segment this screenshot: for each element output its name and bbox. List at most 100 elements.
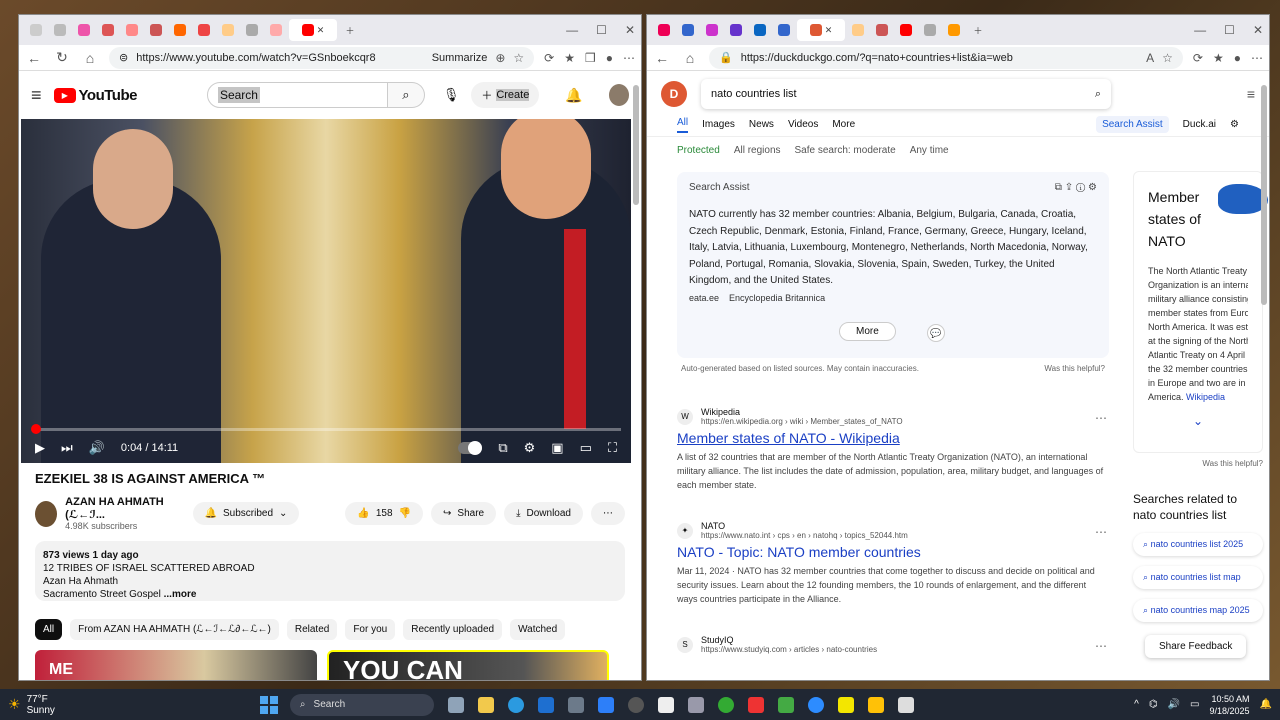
volume-icon[interactable]: 🔊 xyxy=(89,440,105,456)
profile-icon[interactable]: ● xyxy=(1234,51,1241,65)
chip-from-channel[interactable]: From AZAN HA AHMATH (ℒ←ℐ←ℒ∂←ℒ←) xyxy=(70,619,279,640)
battery-icon[interactable]: ▭ xyxy=(1190,699,1199,710)
result-title-link[interactable]: NATO - Topic: NATO member countries xyxy=(677,544,1107,560)
home-icon[interactable]: ⌂ xyxy=(681,50,699,66)
autoplay-toggle[interactable] xyxy=(458,441,483,455)
volume-icon[interactable]: 🔊 xyxy=(1168,699,1180,710)
refresh-ext-icon[interactable]: ⟳ xyxy=(544,51,554,65)
app-icon[interactable] xyxy=(777,696,794,713)
tab[interactable] xyxy=(241,19,263,41)
chip-all[interactable]: All xyxy=(35,619,63,640)
summarize-button[interactable]: Summarize xyxy=(432,52,488,64)
result-more-icon[interactable]: ⋯ xyxy=(1095,411,1107,425)
next-icon[interactable]: ⏭ xyxy=(61,440,73,456)
chevron-up-icon[interactable]: ^ xyxy=(1134,699,1139,710)
collections-icon[interactable]: ❒ xyxy=(585,51,596,65)
settings-gear-icon[interactable]: ⚙ xyxy=(1088,182,1097,193)
youtube-logo[interactable]: ▶ YouTube xyxy=(53,87,137,104)
reload-icon[interactable]: ↻ xyxy=(53,49,71,66)
related-search-item[interactable]: ⌕ nato countries map 2025 xyxy=(1133,599,1263,622)
create-button[interactable]: ＋ Create xyxy=(471,82,540,108)
site-info-icon[interactable]: ⊜ xyxy=(119,51,128,64)
play-icon[interactable]: ▶ xyxy=(35,440,45,456)
more-actions-button[interactable]: ⋯ xyxy=(591,502,625,525)
scrollbar[interactable] xyxy=(1261,85,1267,305)
app-icon[interactable] xyxy=(687,696,704,713)
scrollbar[interactable] xyxy=(633,85,639,205)
read-aloud-icon[interactable]: A xyxy=(1146,51,1154,65)
zoom-icon[interactable] xyxy=(807,696,824,713)
new-tab-button[interactable]: ＋ xyxy=(339,19,361,41)
new-tab-button[interactable]: ＋ xyxy=(967,19,989,41)
avatar[interactable] xyxy=(608,84,629,106)
chip-related[interactable]: Related xyxy=(286,619,338,640)
assist-more-button[interactable]: More xyxy=(839,322,896,341)
lock-icon[interactable]: 🔒 xyxy=(719,51,733,64)
video-player[interactable]: ▶ ⏭ 🔊 0:04 / 14:11 ⧉ ⚙ ▣ ▭ ⛶ xyxy=(21,119,631,463)
tab[interactable] xyxy=(749,19,771,41)
result-more-icon[interactable]: ⋯ xyxy=(1095,525,1107,539)
duck-ai-tab[interactable]: Duck.ai xyxy=(1183,119,1216,130)
video-thumbnail[interactable]: ME xyxy=(35,650,317,680)
extension-icon[interactable]: ⊕ xyxy=(495,51,505,65)
channel-name[interactable]: AZAN HA AHMATH (ℒ←ℐ... xyxy=(65,496,184,521)
edge-icon[interactable] xyxy=(507,696,524,713)
notifications-bell-icon[interactable]: 🔔 xyxy=(565,87,582,104)
chevron-down-icon[interactable]: ⌄ xyxy=(1148,414,1248,428)
chip-recently-uploaded[interactable]: Recently uploaded xyxy=(403,619,503,640)
show-more-link[interactable]: ...more xyxy=(164,589,197,600)
chip-watched[interactable]: Watched xyxy=(510,619,566,640)
weather-widget[interactable]: ☀ 77°F Sunny xyxy=(8,694,55,716)
fullscreen-icon[interactable]: ⛶ xyxy=(608,440,617,456)
result-more-icon[interactable]: ⋯ xyxy=(1095,639,1107,653)
chat-icon[interactable]: 💬 xyxy=(927,324,945,342)
search-input[interactable]: nato countries list ⌕ xyxy=(701,79,1111,109)
video-progress-bar[interactable] xyxy=(30,424,621,434)
result-url[interactable]: https://www.nato.int › cps › en › natohq… xyxy=(701,531,908,540)
menu-icon[interactable]: ≡ xyxy=(31,85,42,106)
refresh-ext-icon[interactable]: ⟳ xyxy=(1193,51,1203,65)
minimize-icon[interactable]: — xyxy=(1194,23,1206,37)
chrome-icon[interactable] xyxy=(717,696,734,713)
close-window-icon[interactable]: ✕ xyxy=(1253,23,1263,37)
tab[interactable] xyxy=(773,19,795,41)
tab[interactable] xyxy=(49,19,71,41)
tab-duckduckgo-active[interactable]: ✕ xyxy=(797,19,845,41)
tab-youtube-active[interactable]: ✕ xyxy=(289,19,337,41)
tab[interactable] xyxy=(653,19,675,41)
share-feedback-button[interactable]: Share Feedback xyxy=(1145,635,1247,658)
filter-time[interactable]: Any time xyxy=(910,145,949,156)
tab[interactable] xyxy=(265,19,287,41)
tab[interactable] xyxy=(701,19,723,41)
copy-icon[interactable]: ⧉ xyxy=(1055,182,1062,193)
more-icon[interactable]: ⋯ xyxy=(1251,51,1263,65)
filter-safe-search[interactable]: Safe search: moderate xyxy=(795,145,896,156)
theater-mode-icon[interactable]: ▭ xyxy=(580,440,592,456)
maximize-icon[interactable]: ☐ xyxy=(1224,23,1235,37)
tab[interactable] xyxy=(73,19,95,41)
search-button[interactable]: ⌕ xyxy=(387,82,425,108)
tab[interactable] xyxy=(943,19,965,41)
tab-all[interactable]: All xyxy=(677,117,689,133)
tab[interactable] xyxy=(919,19,941,41)
url-field[interactable]: ⊜ https://www.youtube.com/watch?v=GSnboe… xyxy=(109,46,535,69)
tab[interactable] xyxy=(145,19,167,41)
miniplayer-icon[interactable]: ▣ xyxy=(551,440,563,456)
file-explorer-icon[interactable] xyxy=(477,696,494,713)
like-button[interactable]: 👍 158 👎 xyxy=(345,502,424,525)
tab[interactable] xyxy=(725,19,747,41)
result-url[interactable]: https://www.studyiq.com › articles › nat… xyxy=(701,645,877,654)
duckduckgo-logo[interactable]: D xyxy=(661,81,687,107)
microphone-icon[interactable]: 🎙 xyxy=(443,87,460,103)
close-window-icon[interactable]: ✕ xyxy=(625,23,635,37)
source-link[interactable]: eata.ee xyxy=(689,293,719,303)
app-icon[interactable] xyxy=(867,696,884,713)
filter-protected[interactable]: Protected xyxy=(677,145,720,156)
download-button[interactable]: ⤓ Download xyxy=(504,502,583,525)
favorite-star-icon[interactable]: ☆ xyxy=(513,51,524,65)
outlook-icon[interactable] xyxy=(537,696,554,713)
capcut-icon[interactable] xyxy=(657,696,674,713)
share-button[interactable]: ↪ Share xyxy=(431,502,497,525)
favorites-icon[interactable]: ★ xyxy=(564,51,575,65)
thumbs-down-icon[interactable]: 👎 xyxy=(399,508,411,519)
